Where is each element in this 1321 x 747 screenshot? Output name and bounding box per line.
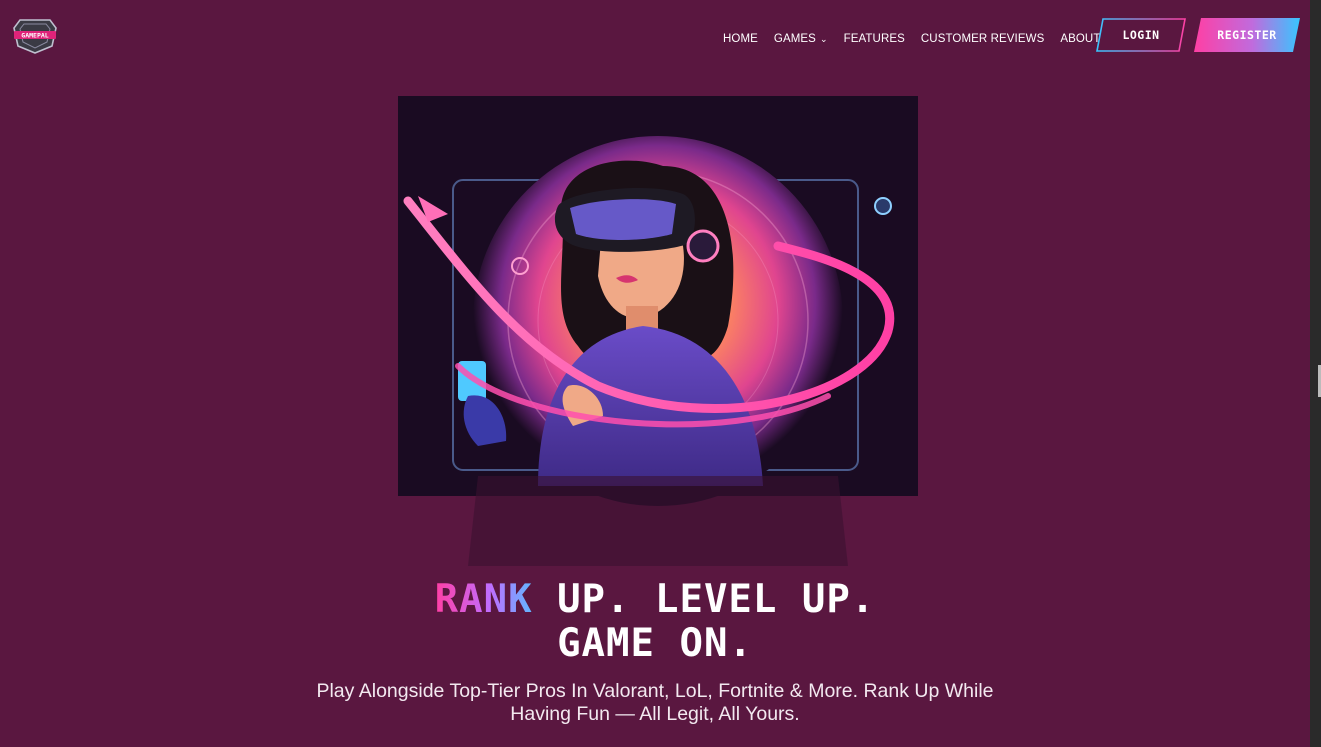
shield-logo-icon[interactable]: GAMEPAL: [12, 16, 58, 54]
main-nav: HOME GAMES ⌄ FEATURES CUSTOMER REVIEWS AB…: [723, 33, 1116, 45]
nav-item-about[interactable]: ABOUT: [1060, 33, 1100, 45]
hero-headline-line2: GAME ON.: [557, 621, 753, 666]
login-button[interactable]: LOGIN: [1096, 18, 1186, 52]
vr-gamer-illustration: [398, 96, 918, 566]
nav-label: ABOUT: [1060, 33, 1101, 45]
hero-headline: RANK UP. LEVEL UP.: [0, 578, 1310, 622]
nav-item-features[interactable]: FEATURES: [844, 33, 905, 45]
hero-subtitle: Play Alongside Top-Tier Pros In Valorant…: [316, 680, 994, 725]
nav-item-games[interactable]: GAMES ⌄: [774, 33, 828, 45]
scrollbar[interactable]: [1310, 0, 1321, 747]
register-button[interactable]: REGISTER: [1194, 18, 1300, 52]
chevron-down-icon: ⌄: [819, 33, 828, 44]
nav-label: CUSTOMER REVIEWS: [920, 33, 1045, 45]
nav-label: GAMES: [773, 33, 816, 45]
register-label: REGISTER: [1217, 28, 1277, 42]
headline-accent: RANK: [434, 577, 533, 622]
svg-text:GAMEPAL: GAMEPAL: [21, 32, 48, 40]
nav-label: FEATURES: [843, 33, 905, 45]
login-label: LOGIN: [1122, 28, 1160, 42]
nav-item-home[interactable]: HOME: [723, 33, 758, 45]
nav-label: HOME: [723, 33, 758, 45]
headline-rest: UP. LEVEL UP.: [532, 577, 876, 622]
nav-item-customer-reviews[interactable]: CUSTOMER REVIEWS: [921, 33, 1044, 45]
